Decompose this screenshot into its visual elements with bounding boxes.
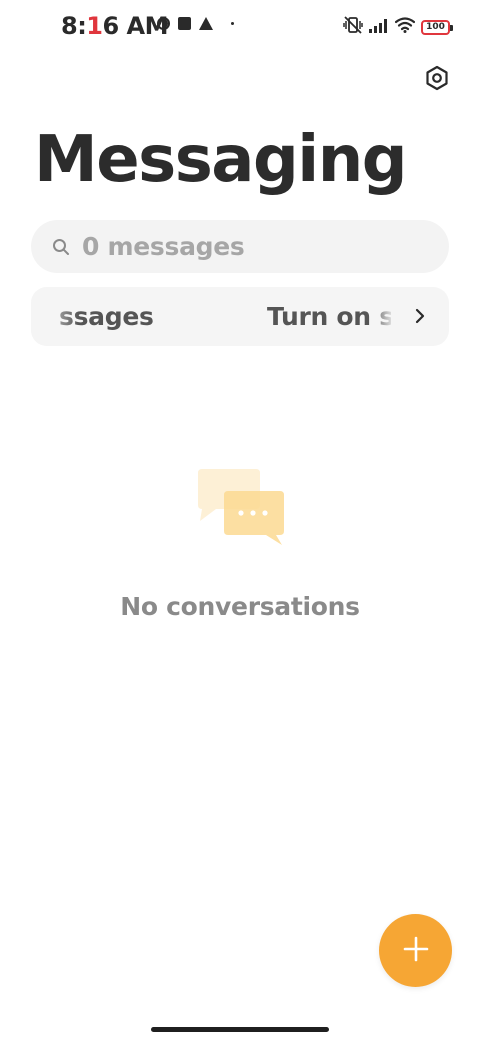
notification-banner[interactable]: ssages Turn on s [31,287,449,346]
empty-state-text: No conversations [120,592,360,621]
status-system-icons: 100 [343,16,453,38]
banner-fade-left [31,287,79,346]
chat-bubbles-icon [196,467,286,547]
new-conversation-button[interactable] [379,914,452,987]
search-placeholder: 0 messages [82,232,245,261]
square-notification-icon [178,17,191,30]
status-time-prefix: 8: [61,12,87,40]
settings-button[interactable] [421,64,453,96]
status-time-red-digit: 1 [86,12,103,40]
gear-icon [424,65,450,95]
plus-icon [402,935,430,967]
banner-fade-right [371,287,395,346]
warning-icon [199,17,213,30]
status-notification-icons [157,17,234,30]
chevron-right-icon [411,307,429,325]
more-notifications-dot-icon [231,22,234,25]
battery-icon: 100 [421,19,453,35]
page-title: Messaging [34,123,408,197]
signal-icon [369,18,389,37]
focus-mode-icon [157,17,170,30]
status-time: 8: 1 6 AM [61,12,169,40]
wifi-icon [394,17,416,37]
search-icon [51,237,71,257]
status-bar: 8: 1 6 AM 100 [0,0,480,58]
vibrate-off-icon [343,16,363,38]
home-indicator[interactable] [151,1027,329,1032]
search-bar[interactable]: 0 messages [31,220,449,273]
